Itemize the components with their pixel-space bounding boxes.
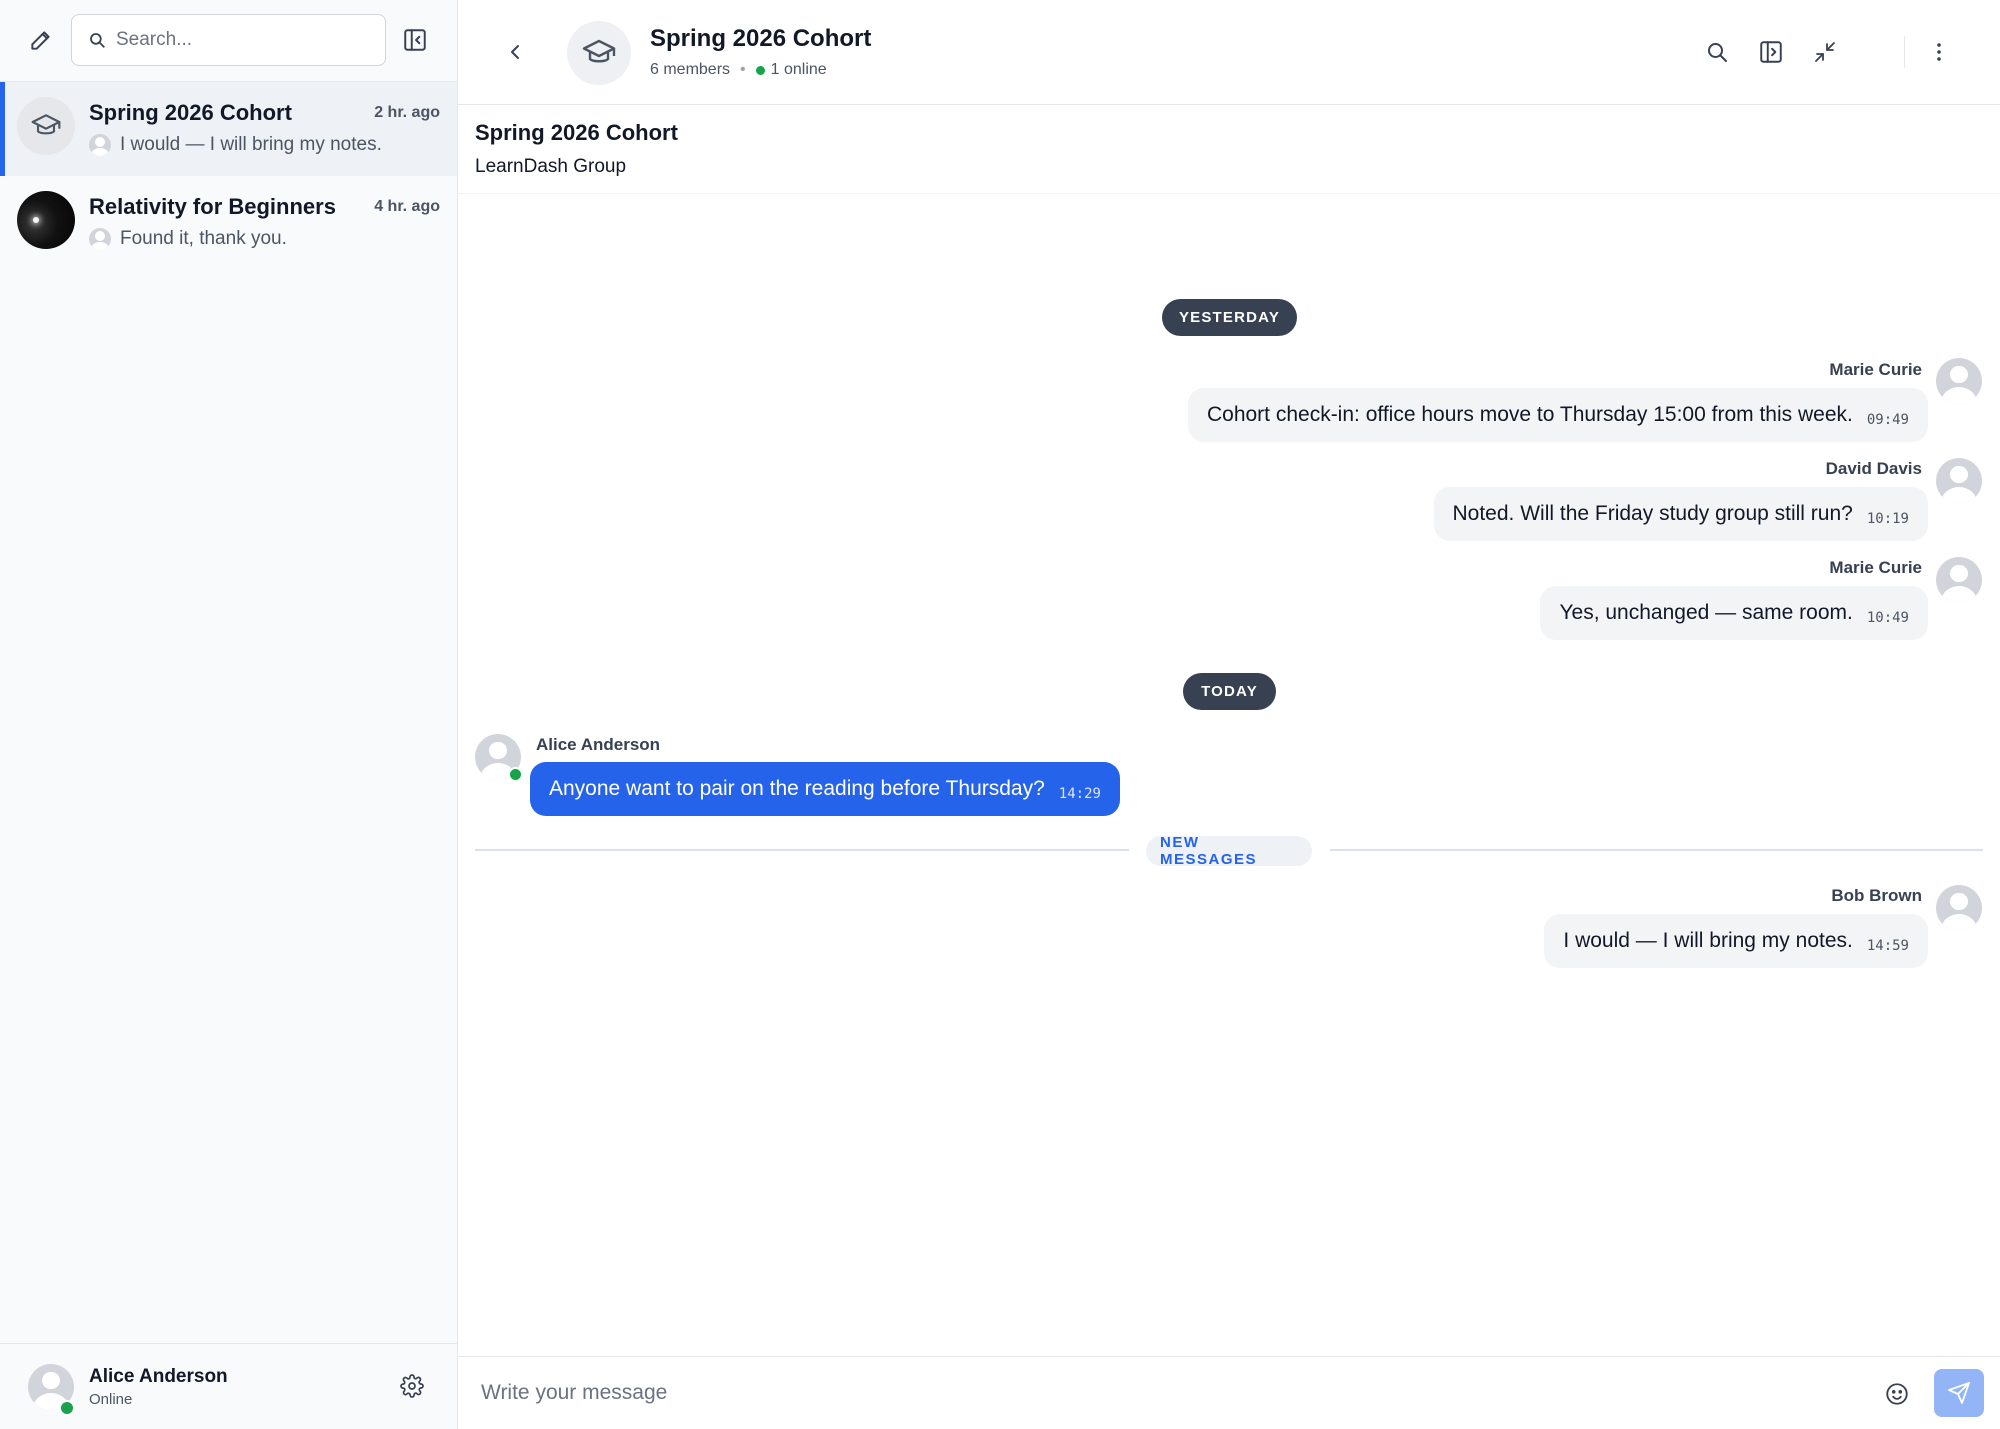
- message-time: 14:59: [1866, 937, 1909, 954]
- minimize-button[interactable]: [1805, 32, 1845, 72]
- message-time: 10:49: [1866, 609, 1909, 626]
- smiley-icon: [1886, 1383, 1908, 1405]
- chat-app: Spring 2026 Cohort 2 hr. ago I would — I…: [0, 0, 2000, 1429]
- graduation-cap-icon: [31, 114, 61, 135]
- group-avatar: [17, 97, 75, 155]
- message-bubble[interactable]: Yes, unchanged — same room. 10:49: [1540, 586, 1928, 640]
- message-time: 14:29: [1058, 785, 1101, 802]
- group-info-bar: Spring 2026 Cohort LearnDash Group: [458, 105, 2000, 194]
- more-vertical-icon: [1937, 43, 1941, 61]
- conversation-time: 4 hr. ago: [374, 198, 440, 215]
- chat-header: Spring 2026 Cohort 6 members • 1 online: [458, 0, 2000, 105]
- conversation-title: Relativity for Beginners: [89, 194, 336, 219]
- chat-title: Spring 2026 Cohort: [650, 25, 872, 52]
- toggle-details-button[interactable]: [1751, 32, 1791, 72]
- message-text: Cohort check-in: office hours move to Th…: [1206, 403, 1853, 426]
- compose-button[interactable]: [21, 20, 61, 60]
- preview-text: Found it, thank you.: [120, 228, 287, 249]
- conversation-title: Spring 2026 Cohort: [89, 100, 292, 125]
- online-indicator: [508, 767, 523, 782]
- send-icon: [1948, 1382, 1970, 1404]
- avatar[interactable]: [1936, 885, 1982, 931]
- message-text: I would — I will bring my notes.: [1563, 929, 1853, 952]
- avatar: [89, 228, 111, 250]
- day-divider-today: TODAY: [1183, 673, 1276, 710]
- sidebar-toolbar: [0, 0, 457, 82]
- message-time: 10:19: [1866, 510, 1909, 527]
- avatar[interactable]: [1936, 358, 1982, 404]
- online-dot: [755, 65, 765, 75]
- chat-subtitle: 6 members • 1 online: [650, 61, 827, 79]
- message-composer: [458, 1356, 2000, 1429]
- search-input[interactable]: [116, 29, 356, 51]
- message-time: 09:49: [1866, 411, 1909, 428]
- conversation-item-relativity-for-beginners[interactable]: Relativity for Beginners 4 hr. ago Found…: [0, 176, 457, 270]
- new-messages-line: [1330, 849, 1983, 851]
- gear-icon: [400, 1374, 424, 1398]
- more-options-button[interactable]: [1919, 32, 1959, 72]
- sidebar-collapse-icon: [404, 29, 426, 51]
- avatar[interactable]: [1936, 557, 1982, 603]
- message-sender: Alice Anderson: [536, 735, 661, 754]
- group-avatar: [567, 21, 631, 85]
- message-text: Yes, unchanged — same room.: [1559, 601, 1853, 624]
- message-bubble[interactable]: Noted. Will the Friday study group still…: [1433, 487, 1928, 541]
- message-sender: Marie Curie: [1829, 360, 1922, 379]
- message-sender: Marie Curie: [1829, 558, 1922, 577]
- message-bubble-own[interactable]: Anyone want to pair on the reading befor…: [530, 762, 1120, 816]
- day-divider-yesterday: YESTERDAY: [1162, 299, 1297, 336]
- message-text: Noted. Will the Friday study group still…: [1452, 502, 1853, 525]
- emoji-button[interactable]: [1877, 1374, 1917, 1414]
- search-icon: [88, 31, 106, 49]
- search-icon: [1708, 43, 1727, 62]
- message-bubble[interactable]: I would — I will bring my notes. 14:59: [1544, 914, 1928, 968]
- sidebar: Spring 2026 Cohort 2 hr. ago I would — I…: [0, 0, 458, 1429]
- group-title: Spring 2026 Cohort: [475, 120, 678, 145]
- conversation-time: 2 hr. ago: [374, 104, 440, 121]
- collapse-sidebar-button[interactable]: [395, 20, 435, 60]
- send-button[interactable]: [1934, 1369, 1984, 1417]
- graduation-cap-icon: [582, 39, 616, 63]
- divider: [1904, 36, 1905, 68]
- pencil-icon: [31, 31, 50, 50]
- search-messages-button[interactable]: [1697, 32, 1737, 72]
- message-input[interactable]: [481, 1373, 1861, 1413]
- user-status: Online: [89, 1391, 133, 1408]
- conversation-item-spring-2026-cohort[interactable]: Spring 2026 Cohort 2 hr. ago I would — I…: [0, 82, 457, 176]
- group-avatar-image: [17, 191, 75, 249]
- online-count: 1 online: [770, 61, 827, 78]
- new-messages-line: [475, 849, 1129, 851]
- conversation-preview: I would — I will bring my notes.: [89, 134, 382, 156]
- message-bubble[interactable]: Cohort check-in: office hours move to Th…: [1187, 388, 1928, 442]
- avatar: [89, 134, 111, 156]
- group-type: LearnDash Group: [475, 156, 627, 177]
- message-text: Anyone want to pair on the reading befor…: [549, 777, 1045, 800]
- minimize-icon: [1815, 42, 1835, 62]
- search-box[interactable]: [71, 14, 386, 66]
- back-button[interactable]: [495, 32, 535, 72]
- member-count: 6 members: [650, 61, 731, 78]
- conversation-preview: Found it, thank you.: [89, 228, 287, 250]
- panel-icon: [1760, 41, 1782, 63]
- chevron-left-icon: [511, 45, 519, 59]
- chat-panel: Spring 2026 Cohort 6 members • 1 online: [458, 0, 2000, 1429]
- message-sender: Bob Brown: [1831, 886, 1922, 905]
- avatar[interactable]: [1936, 458, 1982, 504]
- online-indicator: [59, 1400, 75, 1416]
- preview-text: I would — I will bring my notes.: [120, 134, 382, 155]
- current-user-panel: Alice Anderson Online: [0, 1343, 457, 1429]
- separator: •: [740, 61, 746, 78]
- settings-button[interactable]: [392, 1366, 432, 1406]
- user-name: Alice Anderson: [89, 1366, 228, 1387]
- new-messages-divider: NEW MESSAGES: [1146, 834, 1312, 868]
- message-sender: David Davis: [1825, 459, 1922, 478]
